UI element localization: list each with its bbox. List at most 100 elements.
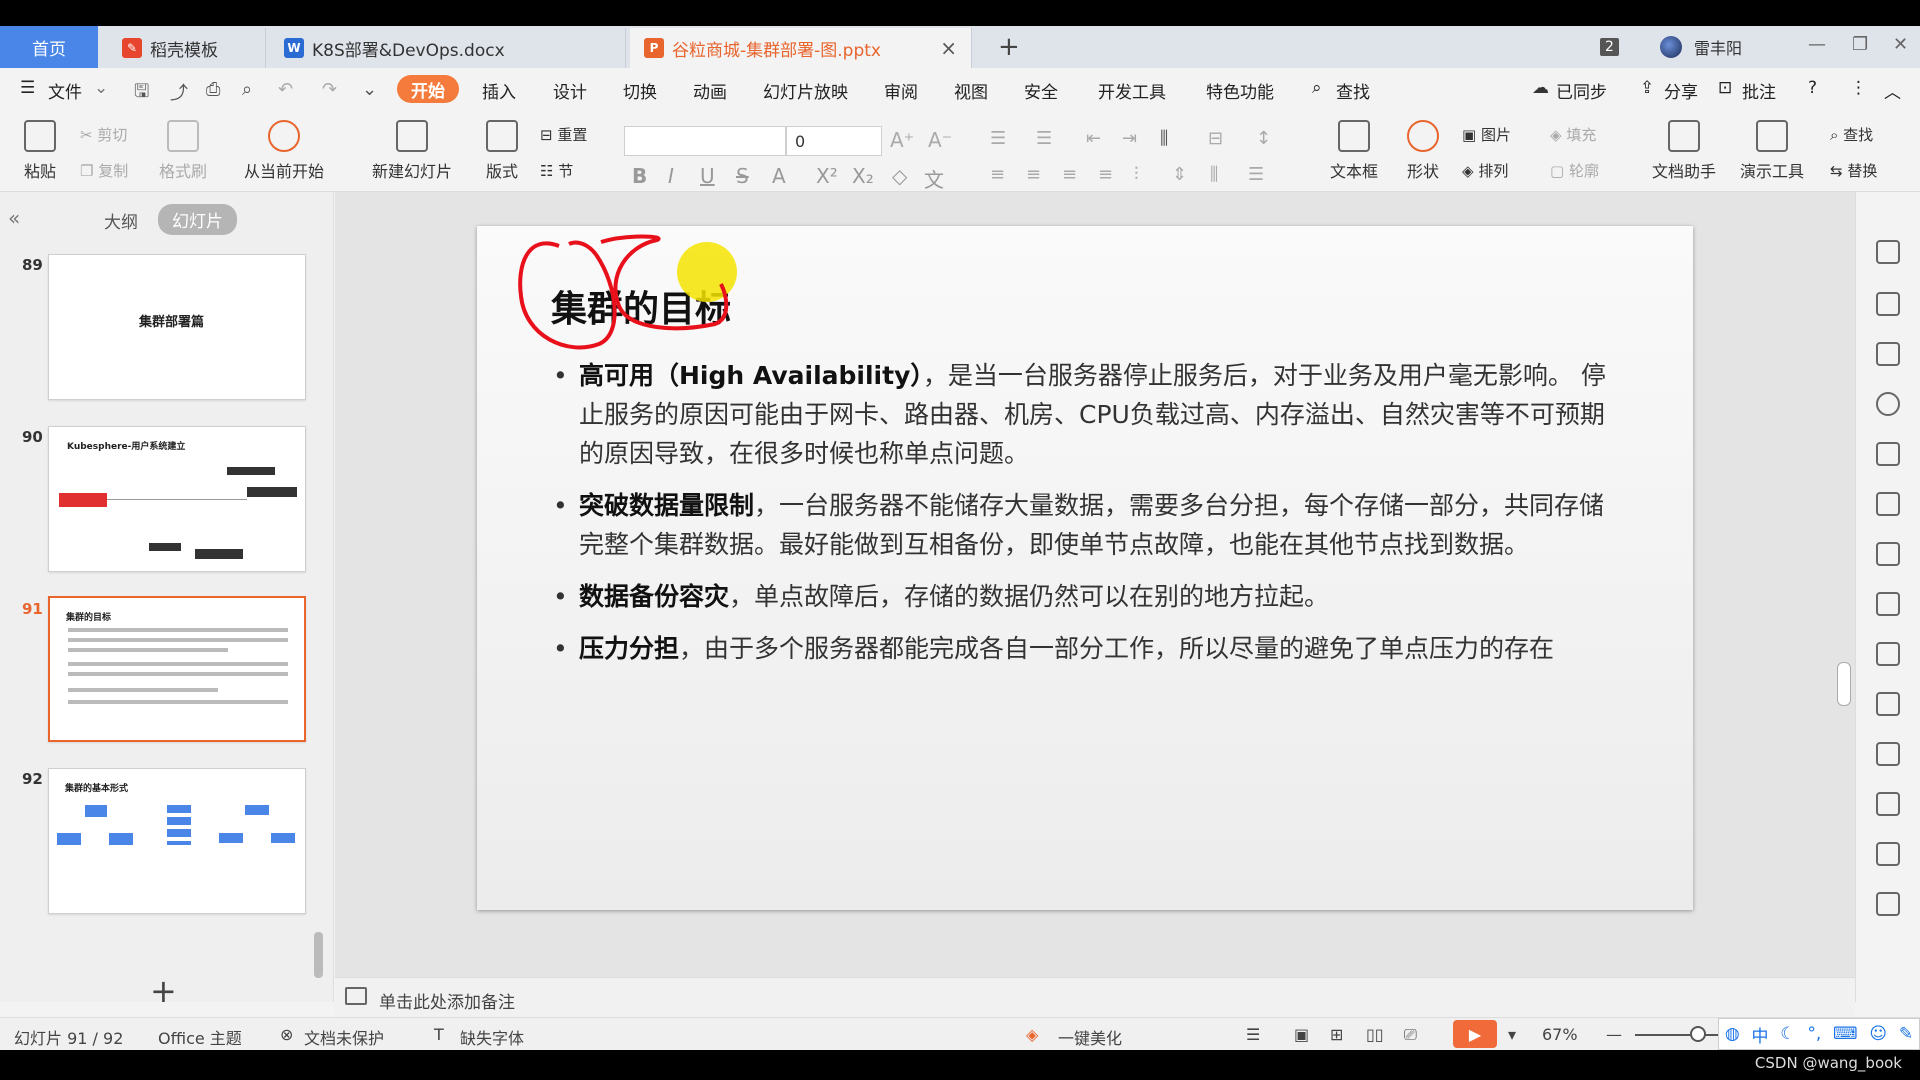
switch-icon[interactable] [1876, 292, 1900, 316]
menu-insert[interactable]: 插入 [482, 78, 516, 103]
print-icon[interactable]: ⎙ [206, 79, 220, 100]
subscript-icon[interactable]: X₂ [852, 164, 874, 188]
tab-docer[interactable]: ✎ 稻壳模板 [108, 28, 266, 68]
panel-scrollbar[interactable] [314, 932, 323, 978]
speaker-icon[interactable] [1876, 892, 1900, 916]
align-left-icon[interactable]: ≡ [990, 164, 1005, 185]
preview-icon[interactable]: ⌕ [242, 79, 252, 100]
shape-library-icon[interactable] [1876, 342, 1900, 366]
phonetic-icon[interactable]: 文 [924, 164, 944, 193]
bullet-options-icon[interactable]: ☰ [1248, 164, 1264, 185]
menu-developer[interactable]: 开发工具 [1098, 78, 1166, 103]
slide-thumbnail-89[interactable]: 集群部署篇 [48, 254, 306, 400]
slide-thumbnail-91[interactable]: 集群的目标 [48, 596, 306, 742]
collapse-ribbon-icon[interactable]: ︿ [1884, 78, 1901, 103]
collapse-panel-icon[interactable]: « [8, 206, 20, 230]
export-icon[interactable] [1876, 742, 1900, 766]
line-spacing-icon[interactable]: ↕ [1256, 128, 1271, 149]
one-click-beautify[interactable]: 一键美化 [1058, 1025, 1122, 1049]
layout-button[interactable]: 版式 [474, 120, 530, 182]
zoom-slider-handle[interactable] [1690, 1026, 1706, 1042]
bold-icon[interactable]: B [632, 164, 647, 188]
image-icon[interactable] [1876, 842, 1900, 866]
underline-icon[interactable]: U [700, 164, 715, 188]
slideshow-dropdown-icon[interactable]: ▾ [1508, 1025, 1516, 1044]
new-tab-button[interactable]: + [998, 32, 1020, 62]
slide-thumbnail-90[interactable]: Kubesphere-用户系统建立 [48, 426, 306, 572]
distribute-icon[interactable]: ⫶ [1134, 164, 1139, 185]
font-color-icon[interactable]: A [772, 164, 786, 188]
slide-thumbnail-92[interactable]: 集群的基本形式 [48, 768, 306, 914]
section-button[interactable]: ☷ 节 [540, 160, 573, 181]
new-slide-button[interactable]: 新建幻灯片 [360, 120, 464, 182]
normal-view-icon[interactable]: ▣ [1294, 1025, 1309, 1044]
format-painter-button[interactable]: 格式刷 [152, 120, 214, 182]
play-from-current-button[interactable]: 从当前开始 [232, 120, 336, 182]
outline-button[interactable]: ▢ 轮廓 [1550, 160, 1599, 181]
menu-home-tab[interactable]: 开始 [397, 75, 459, 103]
canvas-scrollbar[interactable] [1836, 212, 1850, 952]
present-tool-button[interactable]: 演示工具 [1730, 120, 1814, 182]
zoom-out-icon[interactable]: — [1606, 1025, 1622, 1044]
customize-dropdown-icon[interactable]: ⌄ [362, 79, 377, 100]
archive-icon[interactable] [1876, 792, 1900, 816]
notes-placeholder[interactable]: 单击此处添加备注 [379, 988, 515, 1013]
menu-animation[interactable]: 动画 [693, 78, 727, 103]
doc-assistant-button[interactable]: 文档助手 [1648, 120, 1720, 182]
strikethrough-icon[interactable]: S [736, 164, 749, 188]
bullet-list-icon[interactable]: ☰ [990, 128, 1006, 149]
notes-pane[interactable]: 单击此处添加备注 [335, 977, 1855, 1017]
image-gallery-icon[interactable] [1876, 692, 1900, 716]
star-icon[interactable] [1876, 240, 1900, 264]
document-protection[interactable]: 文档未保护 [304, 1025, 384, 1049]
superscript-icon[interactable]: X² [816, 164, 838, 188]
menu-file[interactable]: 文件 [48, 78, 82, 103]
slide-title[interactable]: 集群的目标 [551, 280, 731, 332]
ime-toolbar[interactable]: ◍ 中 ☾ °, ⌨ ☺ ✎ [1718, 1018, 1920, 1050]
user-account[interactable]: 雷丰阳 [1660, 32, 1742, 62]
text-direction-icon[interactable]: ⫼ [1160, 128, 1168, 149]
italic-icon[interactable]: I [668, 164, 674, 188]
align-right-icon[interactable]: ≡ [1062, 164, 1077, 185]
file-dropdown-icon[interactable]: ⌄ [94, 78, 108, 98]
slide-91[interactable]: 集群的目标 高可用（High Availability），是当一台服务器停止服务… [477, 226, 1693, 910]
add-slide-button[interactable]: + [150, 972, 177, 1010]
shape-button[interactable]: 形状 [1396, 120, 1450, 182]
textbox-button[interactable]: 文本框 [1322, 120, 1386, 182]
fill-button[interactable]: ◈ 填充 [1550, 124, 1596, 145]
redo-icon[interactable]: ↷ [322, 79, 337, 100]
align-text-icon[interactable]: ⊟ [1208, 128, 1223, 149]
tab-outline[interactable]: 大纲 [104, 208, 138, 233]
restore-icon[interactable]: ❐ [1852, 34, 1868, 55]
menu-transition[interactable]: 切换 [623, 78, 657, 103]
notes-toggle-icon[interactable]: ☰ [1246, 1025, 1260, 1044]
chart-icon[interactable] [1876, 592, 1900, 616]
sorter-view-icon[interactable]: ⊞ [1330, 1025, 1343, 1044]
output-icon[interactable]: ⤴ [170, 79, 188, 105]
clear-format-icon[interactable]: ◇ [892, 164, 907, 188]
search-icon[interactable]: ⌕ [1312, 78, 1322, 98]
theme-name[interactable]: Office 主题 [158, 1025, 242, 1049]
increase-indent-icon[interactable]: ⇥ [1122, 128, 1137, 149]
close-window-icon[interactable]: ✕ [1893, 34, 1908, 55]
cut-button[interactable]: ✂ 剪切 [80, 124, 127, 145]
paste-button[interactable]: 粘贴 [16, 120, 64, 182]
present-icon[interactable]: ⎚ [1404, 1025, 1417, 1045]
hamburger-icon[interactable]: ☰ [20, 78, 35, 98]
triangle-icon[interactable] [1876, 442, 1900, 466]
tab-home[interactable]: 首页 [0, 26, 98, 68]
sync-status[interactable]: 已同步 [1556, 78, 1607, 103]
increase-font-icon[interactable]: A⁺ [890, 128, 914, 152]
paragraph-spacing-icon[interactable]: ⇕ [1172, 164, 1187, 185]
slide-bullet-list[interactable]: 高可用（High Availability），是当一台服务器停止服务后，对于业务… [553, 356, 1613, 681]
tab-ppt-doc[interactable]: P 谷粒商城-集群部署-图.pptx × [630, 28, 972, 68]
tab-word-doc[interactable]: W K8S部署&DevOps.docx [270, 28, 626, 68]
more-icon[interactable]: ⋮ [1850, 78, 1867, 98]
menu-features[interactable]: 特色功能 [1206, 78, 1274, 103]
close-tab-icon[interactable]: × [940, 36, 957, 60]
picture-button[interactable]: ▣ 图片 [1462, 124, 1511, 145]
zoom-slider[interactable] [1635, 1034, 1727, 1036]
share-button[interactable]: 分享 [1664, 78, 1698, 103]
menu-search[interactable]: 查找 [1336, 78, 1370, 103]
font-family-input[interactable] [624, 126, 786, 156]
